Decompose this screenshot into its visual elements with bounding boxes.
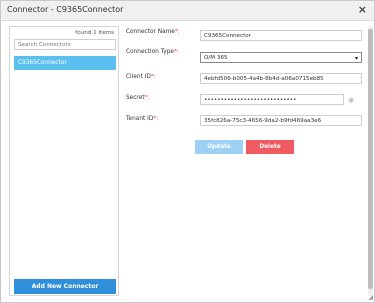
connector-name-label-text: Connector Name [126,29,175,35]
required-marker: *: [144,95,150,101]
add-new-connector-button[interactable]: Add New Connector [14,279,116,294]
tenant-id-field[interactable]: 35fc826a-75c3-4656-9da2-b9fd469aa3e6 [200,115,362,126]
scrollbar-thumb[interactable] [368,29,373,289]
connector-form: Connector Name*: C9365Connector Connecti… [124,26,372,296]
connector-name-label: Connector Name*: [126,29,186,37]
connection-type-label: Connection Type*: [126,49,186,57]
client-id-field[interactable]: 4ebfd506-b005-4a4b-8b4d-a06a0715eb85 [200,73,362,84]
list-item-connector[interactable]: C9365Connector [14,56,116,70]
dialog-titlebar: Connector - C9365Connector × [1,1,374,21]
required-marker: *: [174,29,180,35]
client-id-label: Client ID*: [126,74,156,82]
connection-type-value: O/M 365 [204,55,228,61]
connector-list-panel: found 1 items C9365Connector Add New Con… [9,26,119,296]
update-button[interactable]: Update [195,140,243,154]
delete-button[interactable]: Delete [246,140,294,154]
connector-dialog: Connector - C9365Connector × found 1 ite… [0,0,375,303]
required-marker: *: [173,49,179,55]
resize-grip-icon[interactable]: ◢ [368,294,373,301]
tenant-id-label-text: Tenant ID [126,116,154,122]
eye-icon[interactable]: ◉ [348,96,354,104]
secret-label: Secret*: [126,95,149,103]
chevron-down-icon: ▾ [354,55,358,62]
required-marker: *: [150,74,156,80]
found-count: found 1 items [75,30,114,36]
secret-field[interactable]: •••••••••••••••••••••••••••• [200,94,344,105]
required-marker: *: [153,116,159,122]
connection-type-select[interactable]: O/M 365 ▾ [200,52,362,63]
search-connectors-input[interactable] [14,39,116,50]
client-id-label-text: Client ID [126,74,151,80]
connection-type-label-text: Connection Type [126,49,174,55]
close-icon[interactable]: × [358,3,367,16]
secret-label-text: Secret [126,95,145,101]
connector-name-field[interactable]: C9365Connector [200,30,362,41]
dialog-title: Connector - C9365Connector [7,5,124,14]
tenant-id-label: Tenant ID*: [126,116,158,124]
